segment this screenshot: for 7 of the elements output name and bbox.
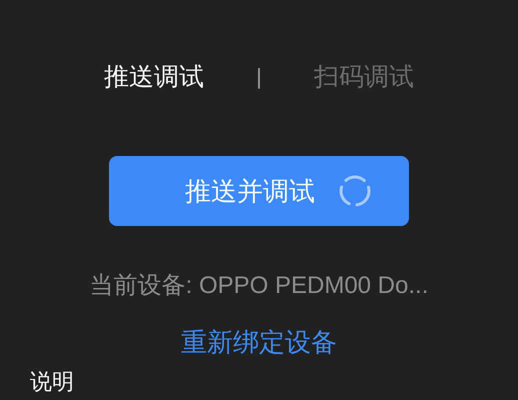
- tab[interactable]: 扫码调试: [314, 64, 414, 90]
- rebind-device-link[interactable]: 重新绑定设备: [181, 329, 337, 355]
- section-title: 说明: [30, 369, 74, 394]
- push-debug-button[interactable]: 推送并调试: [109, 156, 409, 226]
- current-device-text: 当前设备: OPPO PEDM00 Do...: [90, 274, 428, 298]
- tab[interactable]: 推送调试: [104, 64, 204, 90]
- tab-separator: |: [256, 66, 262, 88]
